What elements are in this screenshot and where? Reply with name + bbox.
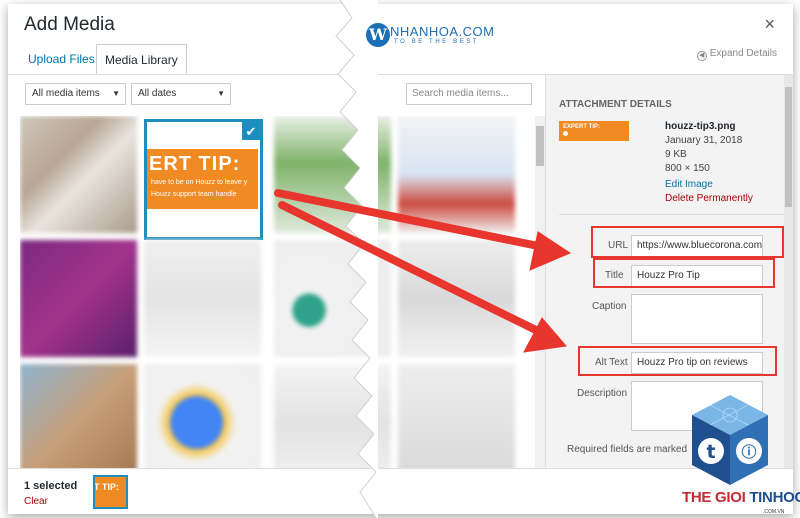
footer-divider <box>8 468 793 469</box>
attachment-thumb-label: EXPERT TIP: <box>563 124 601 130</box>
media-item[interactable] <box>398 116 515 233</box>
tab-upload-files[interactable]: Upload Files <box>20 44 103 74</box>
attachment-details-heading: ATTACHMENT DETAILS <box>559 99 672 110</box>
title-highlight-box <box>593 258 775 288</box>
selection-thumbnail[interactable]: T TIP: <box>93 475 128 509</box>
search-input[interactable]: Search media items... <box>406 83 532 105</box>
expand-details-label: Expand Details <box>709 48 777 59</box>
media-type-select[interactable]: All media items ▼ <box>25 83 126 105</box>
details-scroll-thumb[interactable] <box>785 87 792 207</box>
date-value: All dates <box>138 88 177 99</box>
alt-text-highlight-box <box>578 346 777 376</box>
attachment-date: January 31, 2018 <box>665 135 743 146</box>
svg-text:t: t <box>706 441 715 463</box>
media-grid: ERT TIP: have to be on Houzz to leave y … <box>20 116 540 468</box>
brand-part-1: THE GIOI <box>682 489 746 506</box>
media-item[interactable] <box>20 240 137 357</box>
logo-name: NHANHOA.COM <box>390 24 495 39</box>
thegioitinhoc-brand: THE GIOI TINHOC <box>682 489 800 506</box>
brand-part-2: TINHOC <box>749 489 800 506</box>
chevron-down-icon: ▼ <box>217 89 225 98</box>
expand-icon: ◀ <box>696 51 707 61</box>
caption-field[interactable] <box>631 294 763 344</box>
selection-count: 1 selected <box>24 480 78 492</box>
expand-details-button[interactable]: ◀ Expand Details <box>696 48 777 61</box>
dialog-title: Add Media <box>24 14 115 35</box>
date-select[interactable]: All dates ▼ <box>131 83 231 105</box>
media-item[interactable] <box>398 364 515 468</box>
banner-title: ERT TIP: <box>149 153 241 175</box>
selection-thumb-label: T TIP: <box>94 482 119 492</box>
close-icon[interactable]: × <box>764 14 775 35</box>
svg-text:ⓘ: ⓘ <box>741 443 756 461</box>
media-item-selected[interactable]: ERT TIP: have to be on Houzz to leave y … <box>144 119 263 240</box>
grid-scroll-thumb[interactable] <box>536 126 544 166</box>
edit-image-link[interactable]: Edit Image <box>665 179 713 190</box>
chevron-down-icon: ▼ <box>112 89 120 98</box>
media-item[interactable] <box>144 364 261 468</box>
brand-url: .COM.VN <box>763 509 785 515</box>
url-highlight-box <box>591 226 784 258</box>
attachment-size: 9 KB <box>665 149 687 160</box>
logo-w-icon: W <box>366 23 390 47</box>
attachment-filename: houzz-tip3.png <box>665 121 736 132</box>
grid-scrollbar[interactable] <box>535 116 545 468</box>
logo-slogan: TO BE THE BEST <box>394 39 480 45</box>
description-label: Description <box>577 388 628 399</box>
details-scrollbar[interactable] <box>784 75 793 468</box>
required-fields-note: Required fields are marked <box>567 444 688 455</box>
delete-permanently-link[interactable]: Delete Permanently <box>665 193 753 204</box>
tip-dot-icon <box>563 131 568 136</box>
media-item[interactable] <box>144 240 261 357</box>
expert-tip-banner: ERT TIP: have to be on Houzz to leave y … <box>147 149 258 209</box>
clear-selection-link[interactable]: Clear <box>24 496 48 507</box>
media-item[interactable] <box>20 116 137 233</box>
attachment-dimensions: 800 × 150 <box>665 163 710 174</box>
banner-line: have to be on Houzz to leave y <box>151 179 248 186</box>
media-type-value: All media items <box>32 88 100 99</box>
checkmark-icon[interactable]: ✔ <box>241 122 260 141</box>
media-item[interactable] <box>398 240 515 357</box>
tab-media-library[interactable]: Media Library <box>96 44 187 74</box>
add-media-dialog: Add Media × Upload Files Media Library ◀… <box>8 4 793 514</box>
attachment-thumbnail: EXPERT TIP: <box>559 121 629 141</box>
details-divider <box>559 214 785 215</box>
banner-line: Houzz support team handle <box>151 191 237 198</box>
caption-label: Caption <box>592 301 627 312</box>
media-item[interactable] <box>20 364 137 468</box>
thegioitinhoc-cube-logo: t ⓘ <box>692 395 768 485</box>
torn-edge-divider <box>335 0 378 518</box>
